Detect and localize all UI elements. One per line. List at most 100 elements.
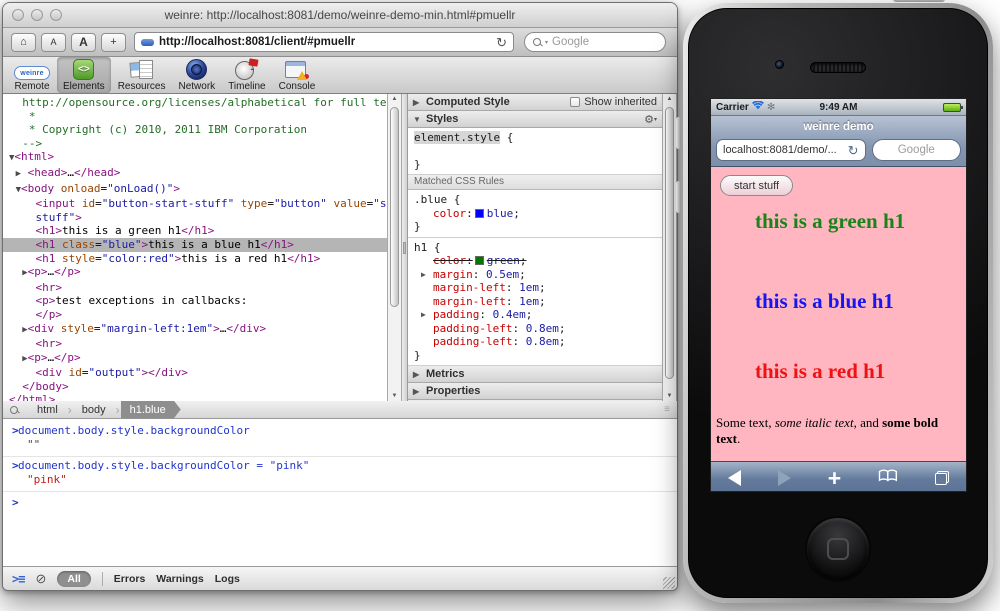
toolbar-button-console[interactable]: Console (273, 57, 322, 93)
dom-tree-line[interactable]: * (3, 110, 387, 124)
home-button[interactable]: ⌂ (11, 33, 36, 52)
scrollbar-thumb[interactable] (665, 107, 674, 379)
page-heading-1: this is a green h1 (755, 209, 920, 234)
filter-warnings[interactable]: Warnings (156, 573, 203, 585)
property-name: padding (433, 308, 479, 321)
tree-scrollbar[interactable]: ▲ ▼ (387, 94, 402, 401)
css-property[interactable]: color:green; (414, 254, 656, 268)
filter-errors[interactable]: Errors (114, 573, 146, 585)
dom-tree-line[interactable]: <hr> (3, 337, 387, 351)
scroll-down-icon[interactable]: ▼ (663, 393, 676, 399)
dom-tree-line[interactable]: ▼<body onload="onLoad()"> (3, 182, 387, 198)
section-event-listeners[interactable]: ▶Event Listeners⚙▾ (408, 400, 662, 401)
dom-tree-line[interactable]: <hr> (3, 281, 387, 295)
reload-icon[interactable]: ↻ (496, 36, 507, 49)
toolbar-button-network[interactable]: Network (173, 57, 222, 93)
increase-font-button[interactable]: A (71, 33, 96, 52)
dom-tree-line[interactable]: ▶<p>…</p> (3, 265, 387, 281)
window-title: weinre: http://localhost:8081/demo/weinr… (3, 3, 677, 27)
scroll-up-icon[interactable]: ▲ (388, 96, 401, 102)
console-toggle-icon[interactable]: >≡ (12, 572, 24, 586)
dom-tree-line[interactable]: <p>test exceptions in callbacks: (3, 294, 387, 308)
styles-section[interactable]: ▼ Styles ⚙▾ (408, 111, 662, 128)
decrease-font-button[interactable]: A (41, 33, 66, 52)
toolbar-button-resources[interactable]: Resources (112, 57, 172, 93)
add-bookmark-icon[interactable]: + (828, 468, 841, 488)
phone-search-input[interactable]: Google (872, 139, 961, 161)
inspect-search-icon[interactable] (10, 406, 18, 414)
css-property[interactable]: color:blue; (414, 207, 656, 221)
dom-tree-line[interactable]: --> (3, 137, 387, 151)
phone-address-bar[interactable]: localhost:8081/demo/... ↻ (716, 139, 866, 161)
phone-reload-icon[interactable]: ↻ (848, 144, 859, 157)
gear-icon[interactable]: ⚙▾ (644, 113, 657, 126)
computed-style-section[interactable]: ▶ Computed Style Show inherited (408, 94, 662, 111)
styles-scrollbar[interactable]: ▲ ▼ (662, 94, 677, 401)
syntax-segment: <body (21, 182, 54, 195)
search-input[interactable]: ▾ Google (524, 32, 666, 52)
css-property[interactable]: padding-left: 0.8em; (414, 335, 656, 349)
dom-tree-line[interactable]: stuff"> (3, 211, 387, 225)
css-property[interactable]: ▶padding: 0.4em; (414, 308, 656, 322)
volume-up-button[interactable] (676, 117, 681, 149)
css-property[interactable]: margin-left: 1em; (414, 281, 656, 295)
home-button[interactable] (805, 516, 871, 582)
panel-resizer[interactable] (402, 94, 408, 401)
dom-tree-line[interactable]: <input id="button-start-stuff" type="but… (3, 197, 387, 211)
back-icon[interactable] (728, 470, 741, 486)
section-metrics[interactable]: ▶Metrics (408, 366, 662, 383)
expand-arrow-icon[interactable]: ▶ (421, 268, 426, 282)
new-tab-button[interactable]: + (101, 33, 126, 52)
scrollbar-thumb[interactable] (390, 107, 399, 307)
window-titlebar[interactable]: weinre: http://localhost:8081/demo/weinr… (3, 3, 677, 28)
clock-label: 9:49 AM (711, 102, 966, 113)
toolbar-button-remote[interactable]: weinreRemote (8, 57, 56, 93)
dom-tree-line[interactable]: ▶ <head>…</head> (3, 166, 387, 182)
css-property[interactable]: margin-left: 1em; (414, 295, 656, 309)
dom-tree-line[interactable]: ▶<div style="margin-left:1em">…</div> (3, 322, 387, 338)
start-stuff-button[interactable]: start stuff (720, 175, 793, 196)
zoom-window-button[interactable] (50, 9, 62, 21)
filter-all[interactable]: All (57, 571, 90, 587)
address-bar[interactable]: http://localhost:8081/client/#pmuellr ↻ (134, 32, 514, 52)
clear-console-icon[interactable]: ⊘ (35, 571, 46, 587)
dom-tree-line[interactable]: <h1 class="blue">this is a blue h1</h1> (3, 238, 387, 252)
css-rule[interactable]: .blue {color:blue;} (408, 190, 662, 238)
minimize-window-button[interactable] (31, 9, 43, 21)
dom-tree-line[interactable]: </p> (3, 308, 387, 322)
css-property[interactable]: ▶margin: 0.5em; (414, 268, 656, 282)
dom-tree-line[interactable]: <div id="output"></div> (3, 366, 387, 380)
section-properties[interactable]: ▶Properties (408, 383, 662, 400)
scroll-down-icon[interactable]: ▼ (388, 393, 401, 399)
resize-grip[interactable] (663, 577, 675, 589)
volume-down-button[interactable] (676, 181, 681, 213)
css-rule[interactable]: element.style {} (408, 128, 662, 175)
dom-tree-line[interactable]: </body> (3, 380, 387, 394)
close-window-button[interactable] (12, 9, 24, 21)
dom-tree-line[interactable]: ▼<html> (3, 150, 387, 166)
dom-tree-line[interactable]: <h1 style="color:red">this is a red h1</… (3, 252, 387, 266)
breadcrumb-item-html[interactable]: html (28, 401, 67, 419)
breadcrumb-item-h1.blue[interactable]: h1.blue (121, 401, 181, 419)
console-panel[interactable]: >document.body.style.backgroundColor"">d… (3, 419, 677, 566)
filter-logs[interactable]: Logs (215, 573, 240, 585)
power-button[interactable] (893, 0, 945, 2)
bookmarks-icon[interactable] (878, 469, 898, 487)
scroll-up-icon[interactable]: ▲ (663, 96, 676, 102)
dom-tree-line[interactable]: </html> (3, 393, 387, 401)
pages-icon[interactable] (935, 471, 949, 485)
syntax-segment: = (267, 197, 274, 210)
dom-tree-line[interactable]: * Copyright (c) 2010, 2011 IBM Corporati… (3, 123, 387, 137)
css-rule[interactable]: h1 {color:green;▶margin: 0.5em;margin-le… (408, 238, 662, 367)
syntax-segment: </body> (9, 380, 69, 393)
css-property[interactable]: padding-left: 0.8em; (414, 322, 656, 336)
console-input-prompt[interactable]: > (3, 492, 677, 510)
toolbar-button-timeline[interactable]: Timeline (222, 57, 271, 93)
breadcrumb-item-body[interactable]: body (73, 401, 115, 419)
dom-tree-line[interactable]: <h1>this is a green h1</h1> (3, 224, 387, 238)
dom-tree-line[interactable]: http://opensource.org/licenses/alphabeti… (3, 96, 387, 110)
expand-arrow-icon[interactable]: ▶ (421, 308, 426, 322)
show-inherited-checkbox[interactable] (570, 97, 580, 107)
toolbar-button-elements[interactable]: Elements (57, 57, 111, 93)
dom-tree-line[interactable]: ▶<p>…</p> (3, 351, 387, 367)
